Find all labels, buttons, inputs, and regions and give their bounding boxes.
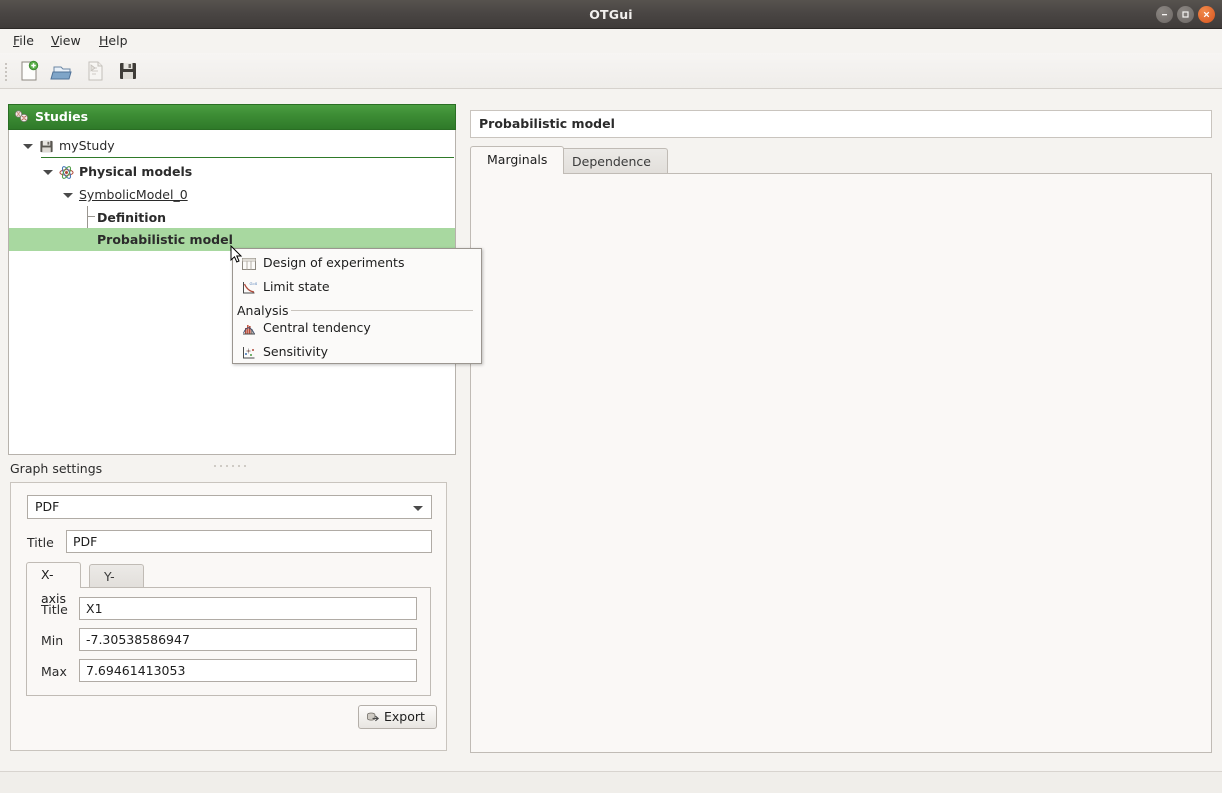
context-menu-label-limit-state: Limit state	[263, 279, 330, 294]
sensitivity-icon	[241, 345, 257, 361]
tree-item-definition[interactable]: Definition	[9, 206, 455, 229]
import-script-icon	[83, 59, 107, 83]
tree-label-mystudy: myStudy	[59, 134, 115, 157]
context-menu[interactable]: Design of experiments G=0 Limit state An…	[232, 248, 482, 364]
axis-title-input[interactable]: X1	[79, 597, 417, 620]
new-study-icon[interactable]	[17, 59, 41, 83]
graph-title-input[interactable]: PDF	[66, 530, 432, 553]
context-menu-label-central-tendency: Central tendency	[263, 320, 371, 335]
graph-title-label: Title	[27, 535, 54, 550]
context-menu-item-central-tendency[interactable]: Central tendency	[233, 316, 481, 340]
tree-divider	[41, 157, 454, 158]
tab-x-axis-label: X-axis	[41, 567, 66, 606]
tree-item-mystudy[interactable]: myStudy	[9, 134, 455, 157]
close-button[interactable]	[1198, 6, 1215, 23]
graph-title-value: PDF	[73, 534, 97, 549]
menu-help[interactable]: Help	[92, 32, 135, 50]
export-button[interactable]: Export	[358, 705, 437, 729]
mouse-cursor	[230, 245, 244, 268]
window-title: OTGui	[0, 0, 1222, 29]
context-menu-item-sensitivity[interactable]: Sensitivity	[233, 340, 481, 364]
axis-title-value: X1	[86, 601, 103, 616]
menu-file-rest: ile	[19, 33, 34, 48]
svg-text:G=0: G=0	[250, 281, 258, 286]
application-window: OTGui File View Help	[0, 0, 1222, 793]
tab-y-axis[interactable]: Y-axis	[89, 564, 144, 587]
context-menu-item-limit-state[interactable]: G=0 Limit state	[233, 275, 481, 299]
panel-splitter[interactable]	[212, 455, 252, 460]
axis-max-value: 7.69461413053	[86, 663, 185, 678]
studies-header-label: Studies	[35, 109, 88, 124]
graph-settings-label: Graph settings	[10, 461, 102, 476]
context-menu-label-sensitivity: Sensitivity	[263, 344, 328, 359]
context-menu-label-design-of-experiments: Design of experiments	[263, 255, 404, 270]
tree-label-symbolicmodel-0: SymbolicModel_0	[79, 183, 188, 206]
tree-label-probabilistic-model: Probabilistic model	[97, 228, 233, 251]
menu-bar: File View Help	[0, 29, 1222, 53]
chevron-down-icon[interactable]	[23, 144, 33, 149]
page-title: Probabilistic model	[470, 110, 1212, 138]
tree-item-symbolicmodel-0[interactable]: SymbolicModel_0	[9, 183, 455, 206]
limitstate-icon: G=0	[241, 280, 257, 296]
central-tendency-icon	[241, 321, 257, 337]
axis-min-label: Min	[41, 633, 63, 648]
axis-settings-panel: Title X1 Min -7.30538586947 Max 7.694614…	[26, 587, 431, 696]
context-menu-item-design-of-experiments[interactable]: Design of experiments	[233, 251, 481, 275]
export-button-label: Export	[384, 706, 425, 728]
tab-dependence-label: Dependence	[572, 154, 651, 169]
tab-marginals[interactable]: Marginals	[470, 146, 564, 174]
context-menu-separator	[291, 310, 473, 311]
chevron-down-icon	[413, 506, 423, 511]
tab-marginals-label: Marginals	[487, 152, 547, 167]
title-bar: OTGui	[0, 0, 1222, 29]
toolbar	[0, 53, 1222, 89]
tab-dependence[interactable]: Dependence	[555, 148, 668, 173]
plot-type-combo[interactable]: PDF	[27, 495, 432, 519]
minimize-button[interactable]	[1156, 6, 1173, 23]
open-study-icon[interactable]	[50, 59, 74, 83]
axis-min-value: -7.30538586947	[86, 632, 190, 647]
chevron-down-icon[interactable]	[43, 170, 53, 175]
menu-view[interactable]: View	[44, 32, 88, 50]
studies-panel-header: Studies	[8, 104, 456, 130]
export-icon	[366, 710, 381, 732]
tree-item-physical-models[interactable]: Physical models	[9, 160, 455, 183]
save-study-icon[interactable]	[116, 59, 140, 83]
axis-max-input[interactable]: 7.69461413053	[79, 659, 417, 682]
page-title-text: Probabilistic model	[479, 116, 615, 131]
tree-label-definition: Definition	[97, 206, 166, 229]
status-bar	[0, 771, 1222, 793]
axis-min-input[interactable]: -7.30538586947	[79, 628, 417, 651]
tree-label-physical-models: Physical models	[79, 160, 192, 183]
window-controls	[1156, 6, 1215, 23]
marginals-panel	[470, 173, 1212, 753]
tab-x-axis[interactable]: X-axis	[26, 562, 81, 588]
axis-max-label: Max	[41, 664, 67, 679]
maximize-button[interactable]	[1177, 6, 1194, 23]
menu-file[interactable]: File	[6, 32, 41, 50]
toolbar-grip[interactable]	[4, 61, 9, 81]
studies-icon	[14, 110, 30, 126]
plot-type-value: PDF	[35, 499, 59, 514]
chevron-down-icon[interactable]	[63, 193, 73, 198]
